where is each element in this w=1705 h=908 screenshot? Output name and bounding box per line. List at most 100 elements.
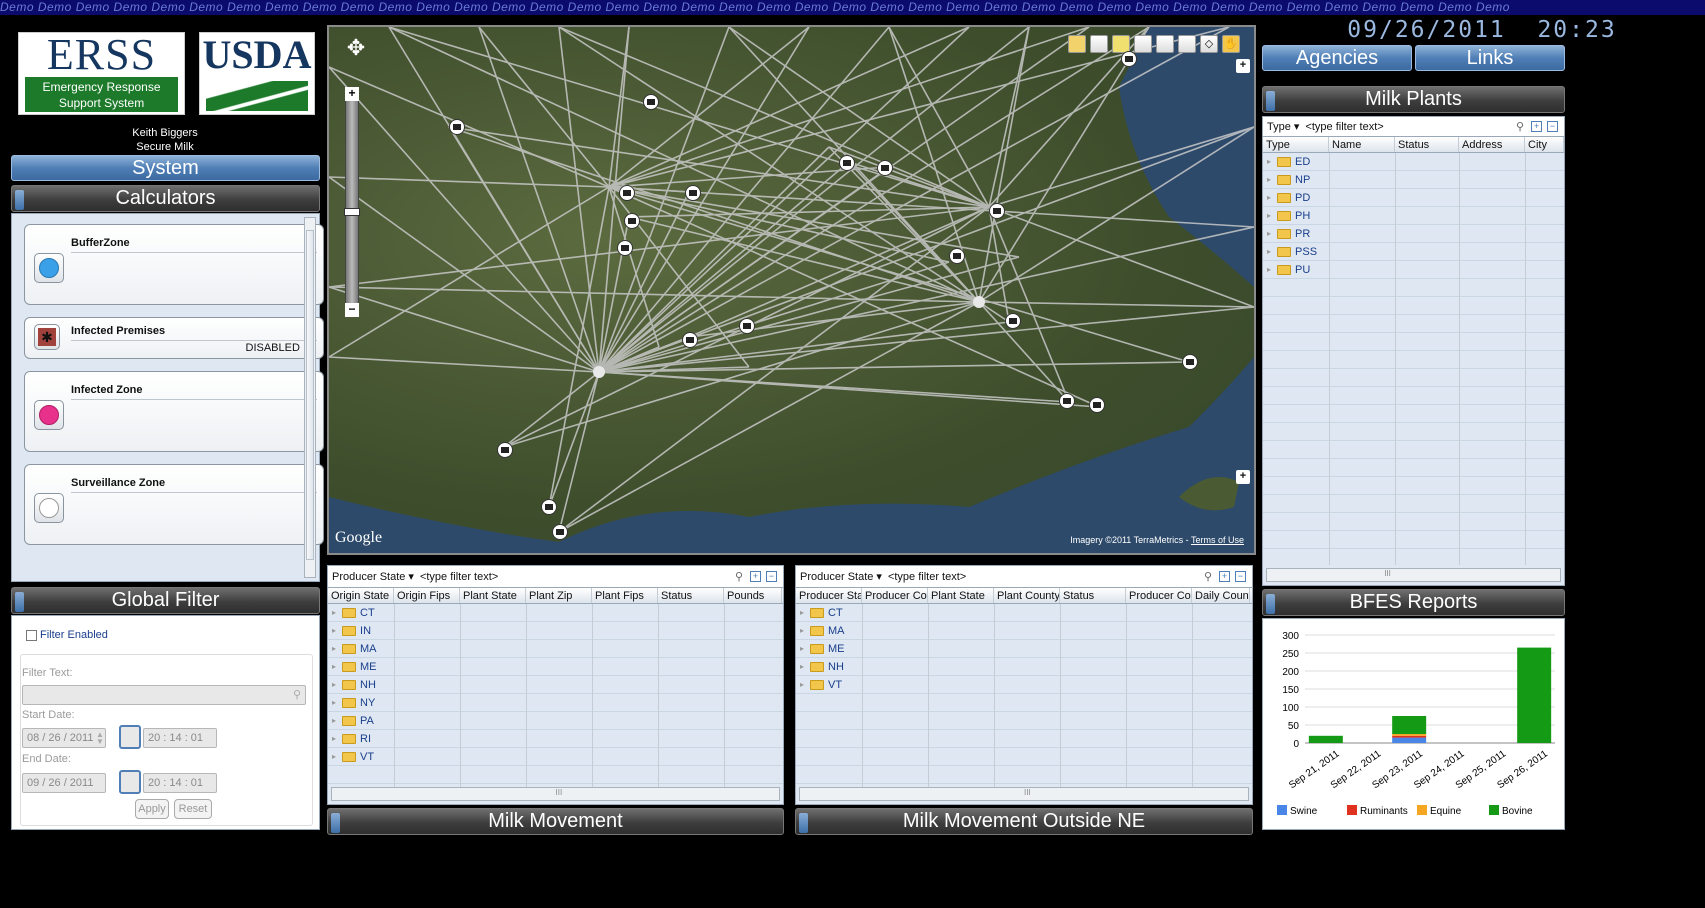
surveillance-zone-toggle-button[interactable] [34,493,64,523]
system-menu-button[interactable]: System [11,155,320,181]
collapse-all-icon[interactable]: − [1547,121,1558,132]
column-header[interactable]: Plant Zip [526,588,592,603]
filter-text-input[interactable]: <type filter text> [420,571,498,583]
plant-marker-icon[interactable] [1089,397,1105,413]
column-header[interactable]: Producer Cou [1126,588,1192,603]
calculator-card-infected-zone[interactable]: Infected Zone [24,371,324,452]
end-calendar-icon[interactable] [119,770,141,794]
calculator-card-infected-premises[interactable]: Infected Premises DISABLED | 0 ✱ [24,317,324,359]
reset-button[interactable]: Reset [174,799,212,819]
polygon-icon[interactable] [1090,35,1108,53]
plant-marker-icon[interactable] [552,524,568,540]
terms-link[interactable]: Terms of Use [1191,535,1244,545]
pencil-icon[interactable] [1156,35,1174,53]
tree-row[interactable]: ▸ PD [1263,189,1564,207]
tree-row[interactable]: ▸ MA [328,640,783,658]
panel-grip-icon[interactable] [15,592,24,612]
tree-row[interactable]: ▸ NY [328,694,783,712]
plant-marker-icon[interactable] [1005,313,1021,329]
column-header[interactable]: Status [1060,588,1126,603]
calculator-card-surveillance-zone[interactable]: Surveillance Zone [24,464,324,545]
plant-marker-icon[interactable] [1182,354,1198,370]
plant-marker-icon[interactable] [1059,393,1075,409]
column-header[interactable]: Status [658,588,724,603]
column-header[interactable]: Plant County [994,588,1060,603]
plant-marker-icon[interactable] [449,119,465,135]
end-time-input[interactable]: 20 : 14 : 01 [143,773,217,793]
start-date-input[interactable]: 08 / 26 / 2011 [22,728,106,748]
column-header[interactable]: Pounds [724,588,782,603]
agencies-button[interactable]: Agencies [1262,45,1412,71]
start-date-stepper[interactable]: ▲ ▼ [96,731,106,746]
tree-row[interactable]: ▸ NH [328,676,783,694]
column-header[interactable]: Name [1329,137,1395,152]
filter-text-input[interactable]: <type filter text> [1305,121,1383,133]
plant-marker-icon[interactable] [643,94,659,110]
search-icon[interactable]: ⚲ [1516,120,1524,133]
plant-marker-icon[interactable] [682,332,698,348]
hand-pan-icon[interactable]: ✋ [1222,35,1240,53]
column-header[interactable]: Address [1459,137,1525,152]
search-icon[interactable]: ⚲ [1204,570,1212,583]
pan-control[interactable]: ✥ [341,37,371,79]
calculator-card-bufferzone[interactable]: BufferZone [24,224,324,305]
collapse-all-icon[interactable]: − [1235,571,1246,582]
hub-node-icon[interactable] [593,366,605,378]
horizontal-scrollbar[interactable]: III [1266,568,1561,582]
zoom-slider[interactable]: + − [344,87,360,317]
search-icon[interactable]: ⚲ [735,570,743,583]
zoom-handle[interactable] [344,208,360,216]
plant-marker-icon[interactable] [619,185,635,201]
plant-marker-icon[interactable] [839,155,855,171]
zoom-out-icon[interactable]: − [345,303,359,317]
column-header[interactable]: Origin Fips [394,588,460,603]
tree-row[interactable]: ▸ CT [328,604,783,622]
expand-plus-icon[interactable]: + [1236,59,1250,73]
tree-row[interactable]: ▸ ME [796,640,1252,658]
collapse-all-icon[interactable]: − [766,571,777,582]
panel-grip-icon[interactable] [15,190,24,210]
tree-row[interactable]: ▸ NH [796,658,1252,676]
filter-type-select[interactable]: Type ▾ [1267,120,1299,133]
expand-all-icon[interactable]: + [750,571,761,582]
column-header[interactable]: Origin State [328,588,394,603]
column-header[interactable]: Plant State [928,588,994,603]
diamond-icon[interactable]: ◇ [1200,35,1218,53]
infected-zone-toggle-button[interactable] [34,400,64,430]
tree-row[interactable]: ▸ PR [1263,225,1564,243]
scroll-thumb[interactable] [306,230,314,560]
panel-grip-icon[interactable] [799,813,808,833]
expand-all-icon[interactable]: + [1219,571,1230,582]
filter-type-select[interactable]: Producer State ▾ [332,570,414,583]
tree-row[interactable]: ▸ VT [328,748,783,766]
column-header[interactable]: Type [1263,137,1329,152]
tree-row[interactable]: ▸ PU [1263,261,1564,279]
plant-marker-icon[interactable] [617,240,633,256]
measure-icon[interactable] [1178,35,1196,53]
filter-text-input[interactable]: ⚲ [22,685,306,705]
infected-premises-toggle-button[interactable]: ✱ [34,324,60,350]
tree-row[interactable]: ▸ VT [796,676,1252,694]
hub-node-icon[interactable] [973,296,985,308]
start-time-input[interactable]: 20 : 14 : 01 [143,728,217,748]
tree-row[interactable]: ▸ MA [796,622,1252,640]
panel-grip-icon[interactable] [1266,91,1275,111]
plant-marker-icon[interactable] [739,318,755,334]
plant-marker-icon[interactable] [989,203,1005,219]
start-calendar-icon[interactable] [119,725,141,749]
plant-marker-icon[interactable] [949,248,965,264]
tree-row[interactable]: ▸ PSS [1263,243,1564,261]
plant-marker-icon[interactable] [685,185,701,201]
calculators-scrollbar[interactable] [304,217,316,578]
bufferzone-toggle-button[interactable] [34,253,64,283]
column-header[interactable]: Daily Count [1192,588,1250,603]
horizontal-scrollbar[interactable]: III [799,787,1249,801]
plant-marker-icon[interactable] [497,442,513,458]
expand-plus-icon[interactable]: + [1236,470,1250,484]
tree-row[interactable]: ▸ CT [796,604,1252,622]
column-header[interactable]: Plant State [460,588,526,603]
filter-type-select[interactable]: Producer State ▾ [800,570,882,583]
expand-all-icon[interactable]: + [1531,121,1542,132]
tree-row[interactable]: ▸ NP [1263,171,1564,189]
column-header[interactable]: City [1525,137,1564,152]
